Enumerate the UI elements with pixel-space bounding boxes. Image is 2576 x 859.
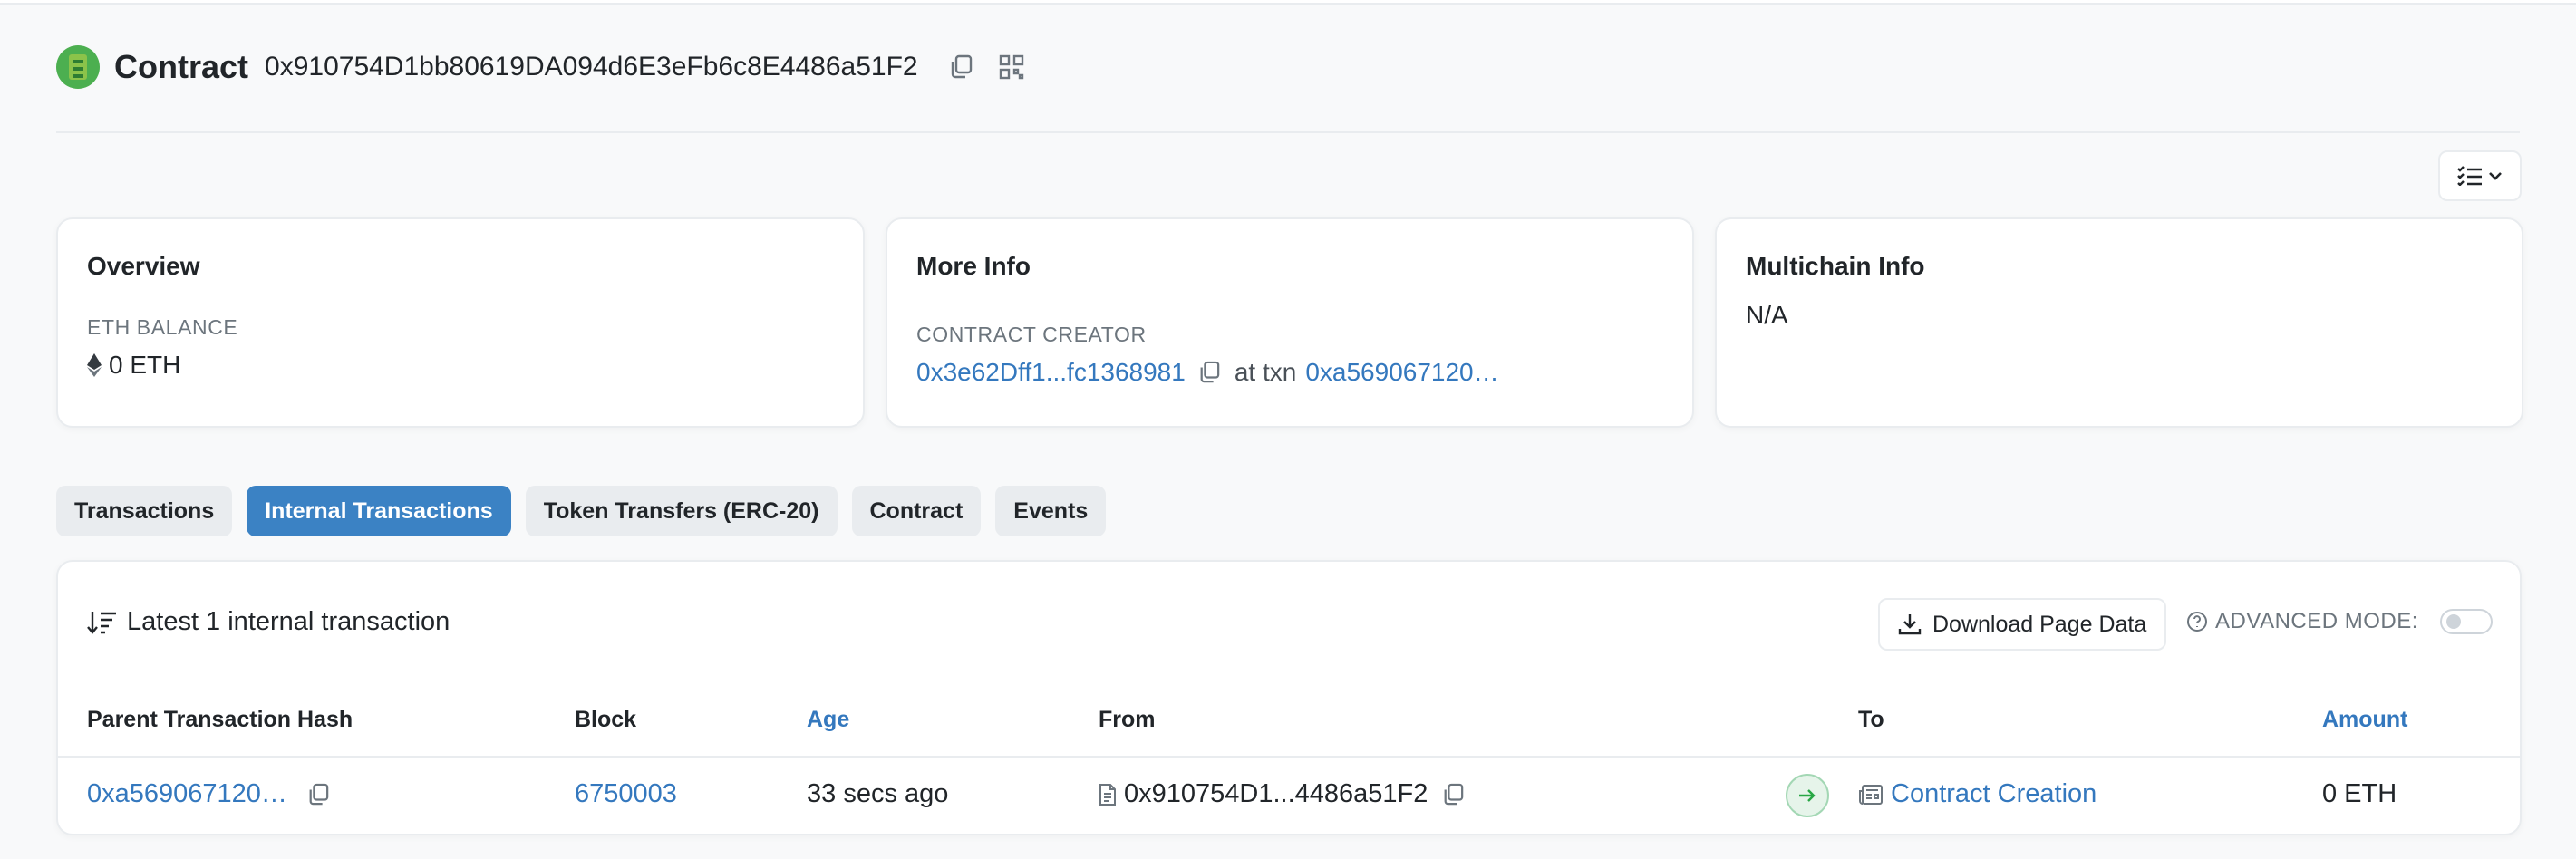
page-header: Contract 0x910754D1bb80619DA094d6E3eFb6c…: [56, 43, 1047, 91]
sort-desc-icon: [87, 610, 118, 635]
file-contract-icon: [1099, 783, 1117, 806]
view-options-button[interactable]: [2438, 150, 2522, 201]
tab-transactions[interactable]: Transactions: [56, 486, 233, 536]
copy-icon[interactable]: [1198, 361, 1220, 384]
header-divider: [56, 131, 2520, 133]
table-summary: Latest 1 internal transaction: [87, 607, 450, 637]
download-label: Download Page Data: [1932, 611, 2147, 637]
qr-code-icon[interactable]: [996, 52, 1027, 82]
more-info-title: More Info: [916, 252, 1031, 280]
col-block: Block: [575, 707, 637, 732]
summary-text: Latest 1 internal transaction: [127, 607, 450, 636]
eth-balance-value: 0 ETH: [109, 351, 181, 379]
question-circle-icon[interactable]: [2186, 611, 2208, 632]
contract-creator-label: CONTRACT CREATOR: [916, 323, 1147, 346]
block-cell: 6750003: [575, 779, 677, 809]
age-cell: 33 secs ago: [807, 779, 949, 808]
overview-title: Overview: [87, 252, 200, 280]
tabs-bar: Transactions Internal Transactions Token…: [56, 486, 1107, 536]
ethereum-icon: [87, 353, 102, 377]
col-from: From: [1099, 707, 1156, 732]
tab-internal-transactions[interactable]: Internal Transactions: [247, 486, 511, 536]
contract-logo-icon: [56, 45, 100, 89]
multichain-info-card: Multichain Info N/A: [1715, 217, 2523, 428]
overview-card: Overview ETH BALANCE 0 ETH: [56, 217, 865, 428]
col-amount[interactable]: Amount: [2322, 707, 2407, 733]
copy-icon[interactable]: [307, 783, 329, 806]
copy-icon[interactable]: [945, 52, 976, 82]
header-row-divider: [58, 756, 2520, 758]
download-icon: [1898, 613, 1922, 636]
parent-hash-link[interactable]: 0xa569067120…: [87, 779, 287, 809]
block-link[interactable]: 6750003: [575, 779, 677, 809]
col-parent-hash: Parent Transaction Hash: [87, 707, 353, 732]
advanced-mode: ADVANCED MODE:: [2186, 609, 2493, 634]
amount-cell: 0 ETH: [2322, 779, 2397, 808]
copy-icon[interactable]: [1442, 783, 1464, 806]
col-age[interactable]: Age: [807, 707, 849, 733]
newspaper-icon: [1858, 784, 1884, 806]
creator-address-link[interactable]: 0x3e62Dff1...fc1368981: [916, 358, 1186, 387]
col-to: To: [1858, 707, 1884, 732]
page-title: Contract: [114, 48, 249, 85]
to-cell: Contract Creation: [1858, 779, 2097, 809]
advanced-mode-toggle[interactable]: [2439, 609, 2493, 634]
tab-token-transfers[interactable]: Token Transfers (ERC-20): [525, 486, 838, 536]
chevron-down-icon: [2488, 170, 2503, 181]
advanced-mode-label: ADVANCED MODE:: [2215, 609, 2418, 633]
multichain-title: Multichain Info: [1746, 252, 1925, 280]
eth-balance-label: ETH BALANCE: [87, 315, 238, 339]
contract-address: 0x910754D1bb80619DA094d6E3eFb6c8E4486a51…: [265, 52, 918, 82]
tab-contract[interactable]: Contract: [851, 486, 982, 536]
internal-transactions-card: Latest 1 internal transaction Download P…: [56, 560, 2522, 835]
download-page-data-button[interactable]: Download Page Data: [1878, 598, 2167, 651]
eth-balance-value-row: 0 ETH: [87, 351, 834, 380]
top-border: [0, 0, 2576, 5]
at-txn-label: at txn: [1234, 358, 1297, 386]
from-address[interactable]: 0x910754D1...4486a51F2: [1124, 779, 1428, 809]
parent-hash-cell: 0xa569067120…: [87, 779, 329, 809]
tab-events[interactable]: Events: [995, 486, 1107, 536]
list-check-icon: [2457, 166, 2483, 186]
multichain-value: N/A: [1746, 301, 1788, 329]
arrow-right-icon: [1786, 774, 1829, 817]
from-cell: 0x910754D1...4486a51F2: [1099, 779, 1464, 809]
more-info-card: More Info CONTRACT CREATOR 0x3e62Dff1...…: [886, 217, 1694, 428]
contract-creator-row: 0x3e62Dff1...fc1368981 at txn 0xa5690671…: [916, 358, 1663, 387]
contract-creation-link[interactable]: Contract Creation: [1891, 779, 2097, 809]
creation-txn-link[interactable]: 0xa569067120…: [1305, 358, 1498, 387]
